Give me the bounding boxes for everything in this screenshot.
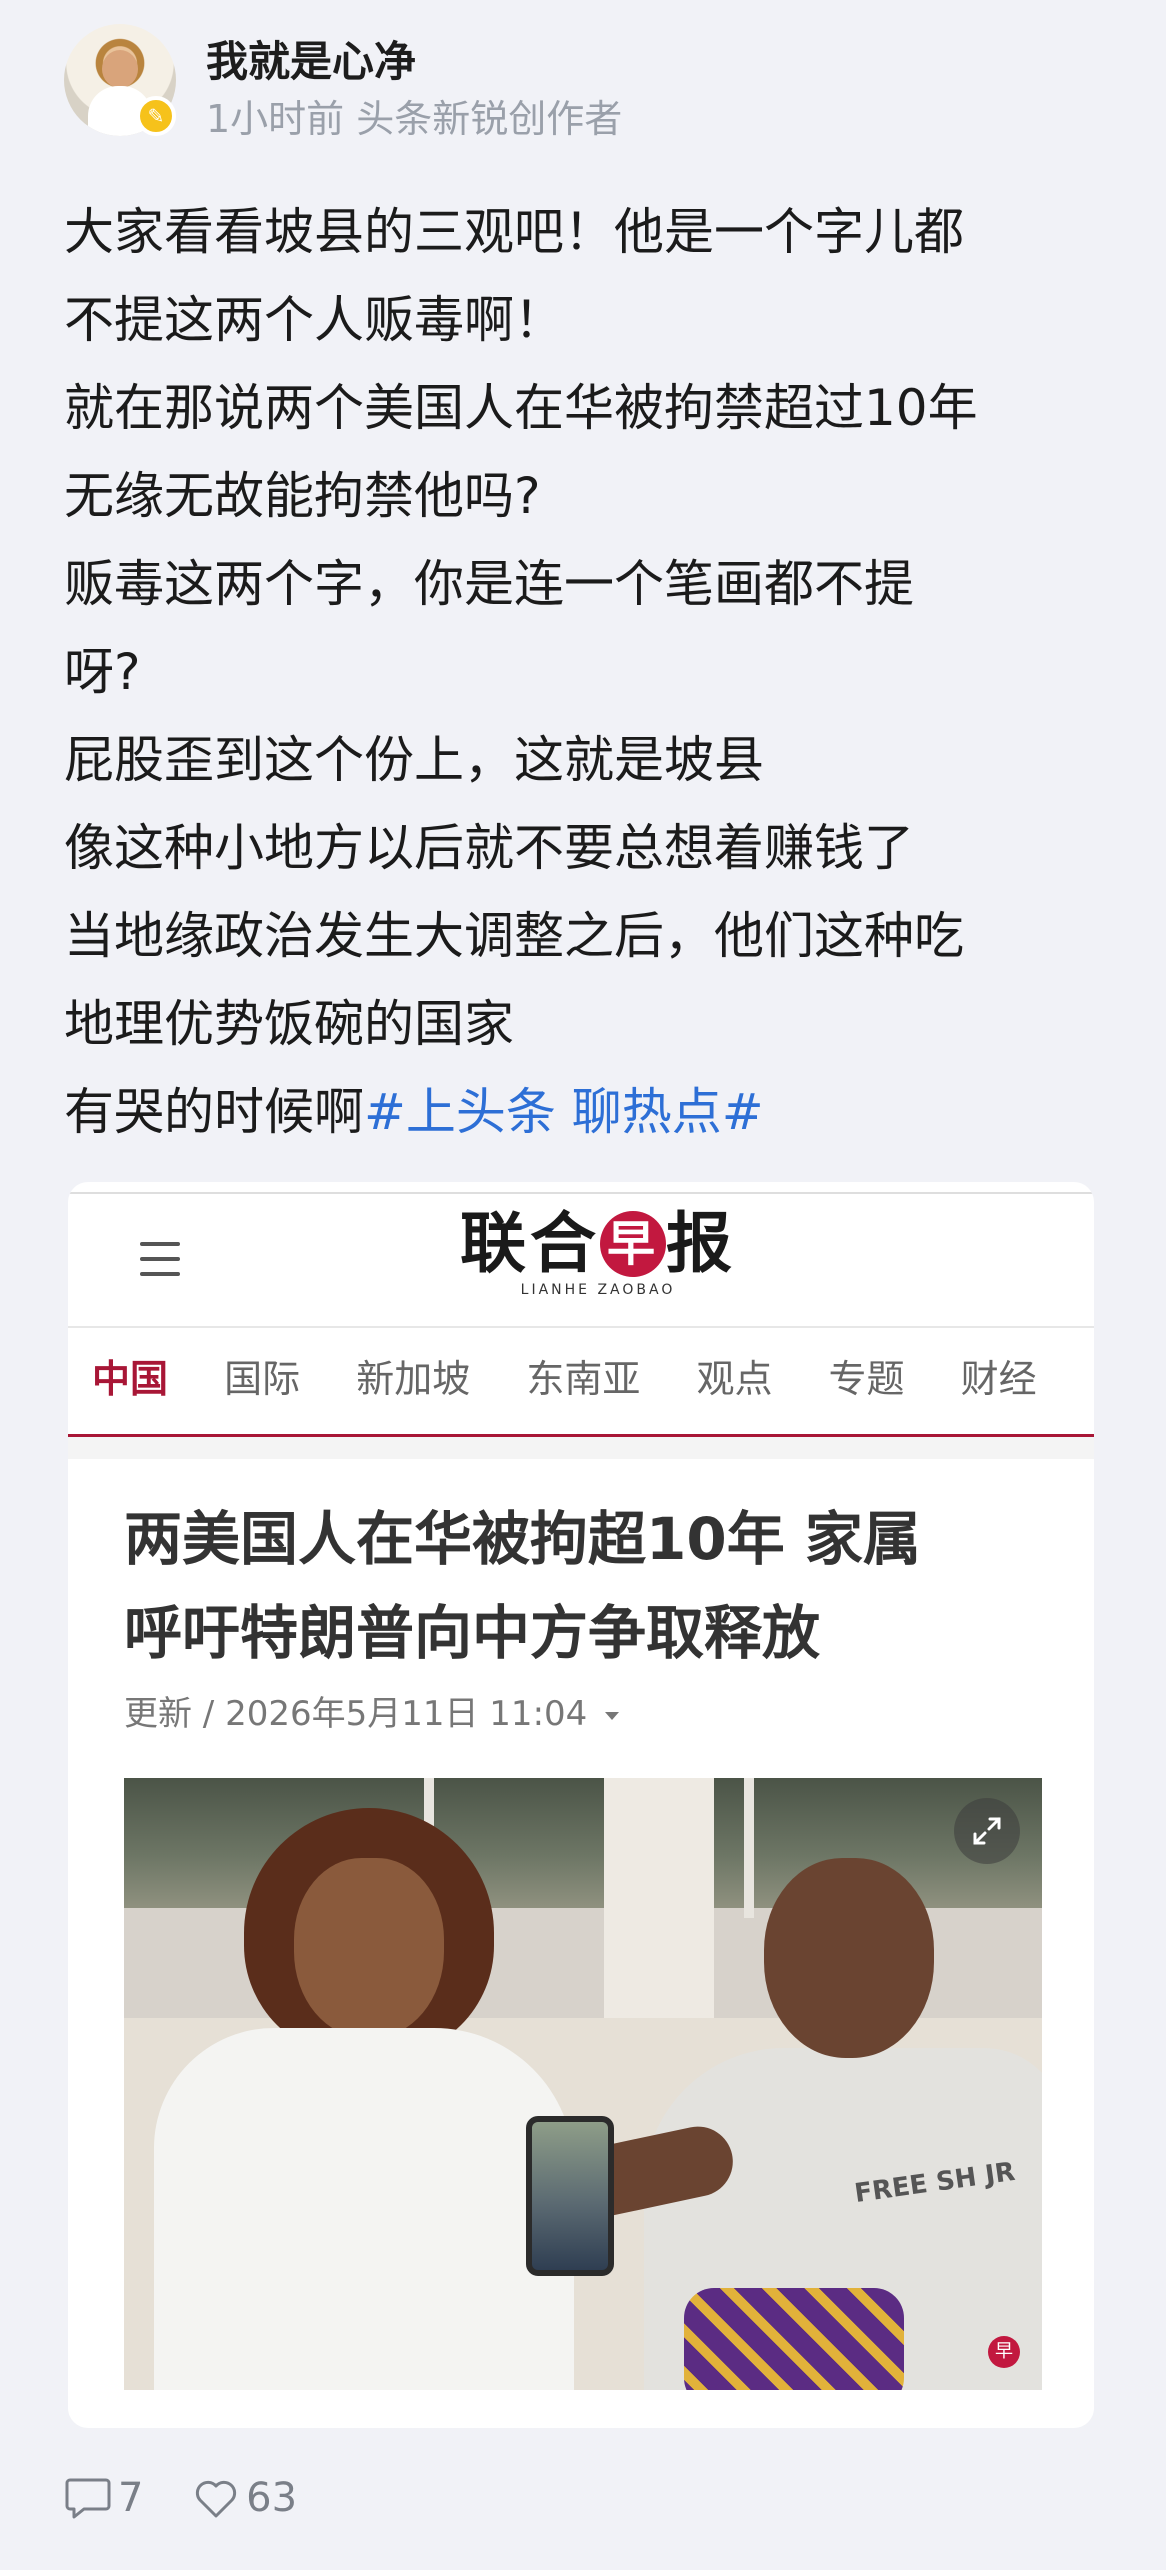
post-line: 不提这两个人贩毒啊！ [64, 291, 564, 349]
category-tabs: 中国 国际 新加坡 东南亚 观点 专题 财经 文 [92, 1352, 1094, 1412]
comment-icon [65, 2478, 111, 2519]
like-button[interactable]: 63 [192, 2473, 297, 2521]
logo-english: LIANHE ZAOBAO [520, 1282, 676, 1298]
post-line: 当地缘政治发生大调整之后，他们这种吃 [64, 907, 964, 965]
article-headline[interactable]: 两美国人在华被拘超10年 家属 呼吁特朗普向中方争取释放 [124, 1492, 1064, 1680]
expand-icon[interactable] [954, 1798, 1020, 1864]
zaobao-logo: 联合早报 LIANHE ZAOBAO [438, 1204, 758, 1300]
tab-culture[interactable]: 文 [1093, 1352, 1094, 1406]
post-line: 像这种小地方以后就不要总想着赚钱了 [64, 819, 914, 877]
post-stats: 7 63 [64, 2472, 333, 2532]
creator-badge-icon: ✎ [136, 96, 176, 136]
avatar-face [102, 50, 138, 88]
article-dateline: 更新 / 2026年5月11日 11:04 [124, 1686, 620, 1735]
tab-international[interactable]: 国际 [224, 1352, 300, 1406]
post-line: 地理优势饭碗的国家 [64, 995, 514, 1053]
post-line: 贩毒这两个字，你是连一个笔画都不提 [64, 555, 914, 613]
like-count: 63 [246, 2475, 298, 2521]
logo-mark: 早 [600, 1211, 666, 1277]
hashtag-link[interactable]: #上头条 聊热点# [364, 1083, 764, 1141]
section-gap [68, 1437, 1094, 1459]
article-photo[interactable]: FREE SH JR 早 [124, 1778, 1042, 2390]
chevron-down-icon[interactable] [605, 1711, 620, 1720]
post-line: 无缘无故能拘禁他吗? [64, 467, 541, 525]
photo-woman-face [294, 1858, 444, 2038]
photo-man-head [764, 1858, 934, 2058]
photo-woman-body [154, 2028, 574, 2390]
tab-opinion[interactable]: 观点 [696, 1352, 772, 1406]
author-name[interactable]: 我就是心净 [206, 28, 416, 89]
headline-line: 呼吁特朗普向中方争取释放 [124, 1599, 821, 1667]
divider [68, 1192, 1094, 1194]
embedded-screenshot[interactable]: 联合早报 LIANHE ZAOBAO 中国 国际 新加坡 东南亚 观点 专题 财… [68, 1182, 1094, 2428]
logo-text-left: 联合 [460, 1204, 600, 1282]
post-line-text: 有哭的时候啊 [64, 1083, 364, 1141]
photo-blanket [684, 2288, 904, 2390]
menu-icon[interactable] [140, 1242, 180, 1278]
post-body: 大家看看坡县的三观吧！他是一个字儿都 不提这两个人贩毒啊！ 就在那说两个美国人在… [64, 188, 1104, 1156]
heart-icon [196, 2480, 237, 2518]
tab-southeast-asia[interactable]: 东南亚 [526, 1352, 640, 1406]
post-last-line: 有哭的时候啊#上头条 聊热点# [64, 1068, 1104, 1156]
photo-phone [526, 2116, 614, 2276]
post-line: 屁股歪到这个份上，这就是坡县 [64, 731, 764, 789]
tab-finance[interactable]: 财经 [961, 1352, 1037, 1406]
divider [68, 1326, 1094, 1328]
post-line: 就在那说两个美国人在华被拘禁超过10年 [64, 379, 978, 437]
comment-count: 7 [118, 2475, 144, 2521]
tab-china[interactable]: 中国 [92, 1352, 168, 1406]
tab-specials[interactable]: 专题 [829, 1352, 905, 1406]
author-title: 头条新锐创作者 [356, 97, 623, 141]
post-meta: 1小时前 头条新锐创作者 [206, 88, 622, 143]
logo-chinese: 联合早报 [438, 1204, 758, 1282]
post-line: 呀? [64, 643, 141, 701]
photo-wall [604, 1778, 714, 2018]
post-line: 大家看看坡县的三观吧！他是一个字儿都 [64, 203, 964, 261]
dateline-text: 更新 / 2026年5月11日 11:04 [124, 1694, 588, 1734]
post-time: 1小时前 [206, 97, 345, 141]
tab-singapore[interactable]: 新加坡 [356, 1352, 470, 1406]
comment-button[interactable]: 7 [64, 2473, 143, 2521]
post-header: ✎ 我就是心净 1小时前 头条新锐创作者 [64, 24, 1104, 143]
logo-text-right: 报 [666, 1204, 736, 1282]
photo-window-frame [744, 1778, 754, 1918]
zaobao-watermark: 早 [988, 2336, 1020, 2368]
headline-line: 两美国人在华被拘超10年 家属 [124, 1505, 921, 1573]
